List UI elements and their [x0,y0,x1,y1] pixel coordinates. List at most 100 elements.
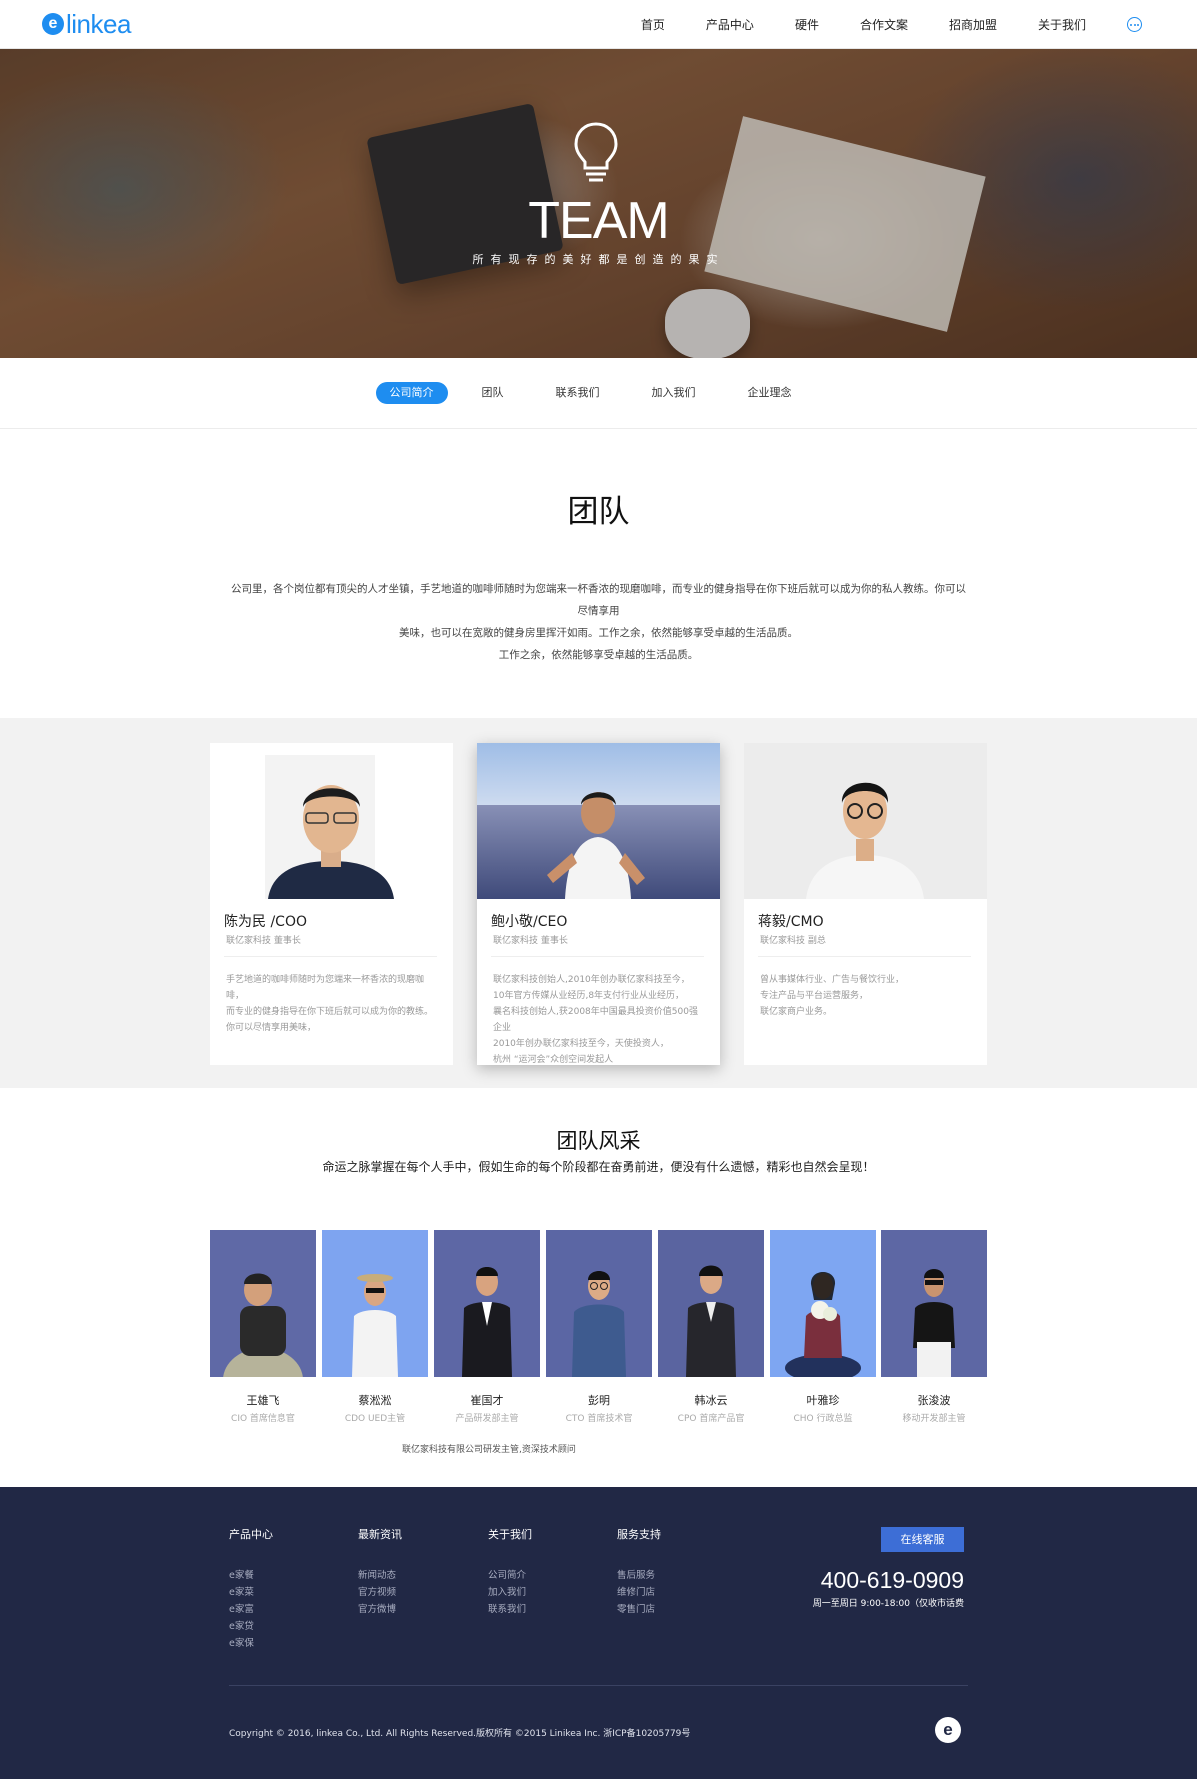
footer-column-news: 最新资讯 新闻动态 官方视频 官方微博 [358,1526,402,1618]
service-phone: 400-619-0909 [820,1567,964,1593]
leader-name: 蒋毅/CMO [758,914,824,930]
member-name: 王雄飞 [246,1394,280,1407]
leader-title: 联亿家科技 董事长 [226,936,301,946]
tab-team[interactable]: 团队 [464,382,522,404]
hero-title: TEAM [528,192,669,250]
footer-link[interactable]: 维修门店 [617,1584,661,1601]
member-role: 移动开发部主管 [902,1414,966,1424]
team-note: 联亿家科技有限公司研发主管,资深技术顾问 [402,1445,576,1455]
intro-line: 美味，也可以在宽敞的健身房里挥汗如雨。工作之余，依然能够享受卓越的生活品质。 [399,627,798,639]
member-photo [881,1230,987,1377]
footer-link[interactable]: e家餐 [229,1567,273,1584]
footer-column-title: 产品中心 [229,1528,273,1541]
divider [224,956,437,957]
footer-link[interactable]: 新闻动态 [358,1567,402,1584]
footer-column-about: 关于我们 公司简介 加入我们 联系我们 [488,1526,532,1618]
member-name: 叶雅珍 [806,1394,840,1407]
logo-text: linkea [66,9,131,39]
tab-contact[interactable]: 联系我们 [538,382,618,404]
leader-description: 联亿家科技创始人,2010年创办联亿家科技至今， 10年官方传媒从业经历,8年支… [493,975,698,1065]
footer-column-products: 产品中心 e家餐 e家菜 e家富 e家贷 e家保 [229,1526,273,1652]
leader-description: 曾从事媒体行业、广告与餐饮行业， 专注产品与平台运营服务， 联亿家商户业务。 [760,975,905,1017]
tab-join[interactable]: 加入我们 [634,382,714,404]
member-role: 产品研发部主管 [455,1414,519,1424]
online-service-button[interactable]: 在线客服 [881,1527,964,1552]
footer-link[interactable]: 公司简介 [488,1567,532,1584]
member-photo [434,1230,540,1377]
member-role: CTO 首席技术官 [565,1414,633,1424]
leader-photo [744,743,987,899]
footer-link[interactable]: 加入我们 [488,1584,532,1601]
service-hours: 周一至周日 9:00-18:00（仅收市话费 [812,1599,964,1609]
team-member[interactable]: 崔国才 产品研发部主管 [434,1230,540,1424]
member-role: CDO UED主管 [344,1414,406,1424]
member-photo [322,1230,428,1377]
leader-card[interactable]: 蒋毅/CMO 联亿家科技 副总 曾从事媒体行业、广告与餐饮行业， 专注产品与平台… [744,743,987,1065]
top-header: e linkea 首页 产品中心 硬件 合作文案 招商加盟 关于我们 [0,0,1197,49]
nav-item-hardware[interactable]: 硬件 [795,16,819,33]
hero-banner: TEAM 所有现存的美好都是创造的果实 [0,49,1197,358]
footer-link[interactable]: 联系我们 [488,1601,532,1618]
member-role: CPO 首席产品官 [677,1414,745,1424]
leader-title: 联亿家科技 副总 [760,936,826,946]
footer-link[interactable]: e家保 [229,1635,273,1652]
footer-column-title: 服务支持 [617,1528,661,1541]
member-photo [770,1230,876,1377]
more-dots-icon[interactable] [1127,17,1142,32]
member-name: 彭明 [588,1394,610,1407]
nav-item-franchise[interactable]: 招商加盟 [949,16,997,33]
leader-card[interactable]: 鲍小敬/CEO 联亿家科技 董事长 联亿家科技创始人,2010年创办联亿家科技至… [477,743,720,1065]
footer-column-title: 最新资讯 [358,1528,402,1541]
footer-link[interactable]: 零售门店 [617,1601,661,1618]
footer-column-title: 关于我们 [488,1528,532,1541]
linkea-logo[interactable]: e linkea [42,10,131,38]
leader-description: 手艺地道的咖啡师随时为您端来一杯香浓的现磨咖啡， 而专业的健身指导在你下班后就可… [226,975,434,1033]
team-member[interactable]: 王雄飞 CIO 首席信息官 [210,1230,316,1424]
nav-item-cooperation[interactable]: 合作文案 [860,16,908,33]
member-photo [658,1230,764,1377]
copyright-text: Copyright © 2016, linkea Co., Ltd. All R… [229,1729,691,1739]
member-name: 张浚波 [917,1394,951,1407]
divider [491,956,704,957]
tab-philosophy[interactable]: 企业理念 [730,382,810,404]
footer-link[interactable]: e家菜 [229,1584,273,1601]
member-name: 崔国才 [470,1394,504,1407]
hero-subtitle: 所有现存的美好都是创造的果实 [472,253,725,266]
member-name: 蔡淞淞 [358,1394,392,1407]
leader-card[interactable]: 陈为民 /COO 联亿家科技 董事长 手艺地道的咖啡师随时为您端来一杯香浓的现磨… [210,743,453,1065]
nav-item-products[interactable]: 产品中心 [706,16,754,33]
leader-photo [210,743,453,899]
team-member[interactable]: 韩冰云 CPO 首席产品官 [658,1230,764,1424]
team-section-title: 团队风采 [556,1129,641,1153]
lightbulb-icon [574,122,618,182]
intro-text: 公司里，各个岗位都有顶尖的人才坐镇，手艺地道的咖啡师随时为您端来一杯香浓的现磨咖… [230,578,967,666]
team-section-subtitle: 命运之脉掌握在每个人手中，假如生命的每个阶段都在奋勇前进，便没有什么遗憾，精彩也… [322,1160,875,1174]
team-member[interactable]: 彭明 CTO 首席技术官 [546,1230,652,1424]
tab-company-intro[interactable]: 公司简介 [375,382,448,404]
section-tabs: 公司简介 团队 联系我们 加入我们 企业理念 [0,358,1197,429]
footer-link[interactable]: e家贷 [229,1618,273,1635]
leader-title: 联亿家科技 董事长 [493,936,568,946]
footer-link[interactable]: e家富 [229,1601,273,1618]
logo-mark: e [42,13,64,35]
nav-item-home[interactable]: 首页 [641,16,665,33]
intro-title: 团队 [567,494,630,530]
member-photo [210,1230,316,1377]
team-member[interactable]: 叶雅珍 CHO 行政总监 [770,1230,876,1424]
footer-logo-icon[interactable]: e [935,1717,961,1743]
divider [758,956,971,957]
leader-name: 陈为民 /COO [224,914,307,930]
team-member[interactable]: 张浚波 移动开发部主管 [881,1230,987,1424]
leader-name: 鲍小敬/CEO [491,914,568,930]
footer-link[interactable]: 官方微博 [358,1601,402,1618]
leader-photo [477,743,720,899]
member-photo [546,1230,652,1377]
nav-item-about[interactable]: 关于我们 [1038,16,1086,33]
main-nav: 首页 产品中心 硬件 合作文案 招商加盟 关于我们 [600,0,1142,49]
intro-line: 工作之余，依然能够享受卓越的生活品质。 [498,649,699,661]
team-member[interactable]: 蔡淞淞 CDO UED主管 [322,1230,428,1424]
footer-link[interactable]: 官方视频 [358,1584,402,1601]
footer-column-support: 服务支持 售后服务 维修门店 零售门店 [617,1526,661,1618]
intro-line: 公司里，各个岗位都有顶尖的人才坐镇，手艺地道的咖啡师随时为您端来一杯香浓的现磨咖… [231,583,966,617]
footer-link[interactable]: 售后服务 [617,1567,661,1584]
